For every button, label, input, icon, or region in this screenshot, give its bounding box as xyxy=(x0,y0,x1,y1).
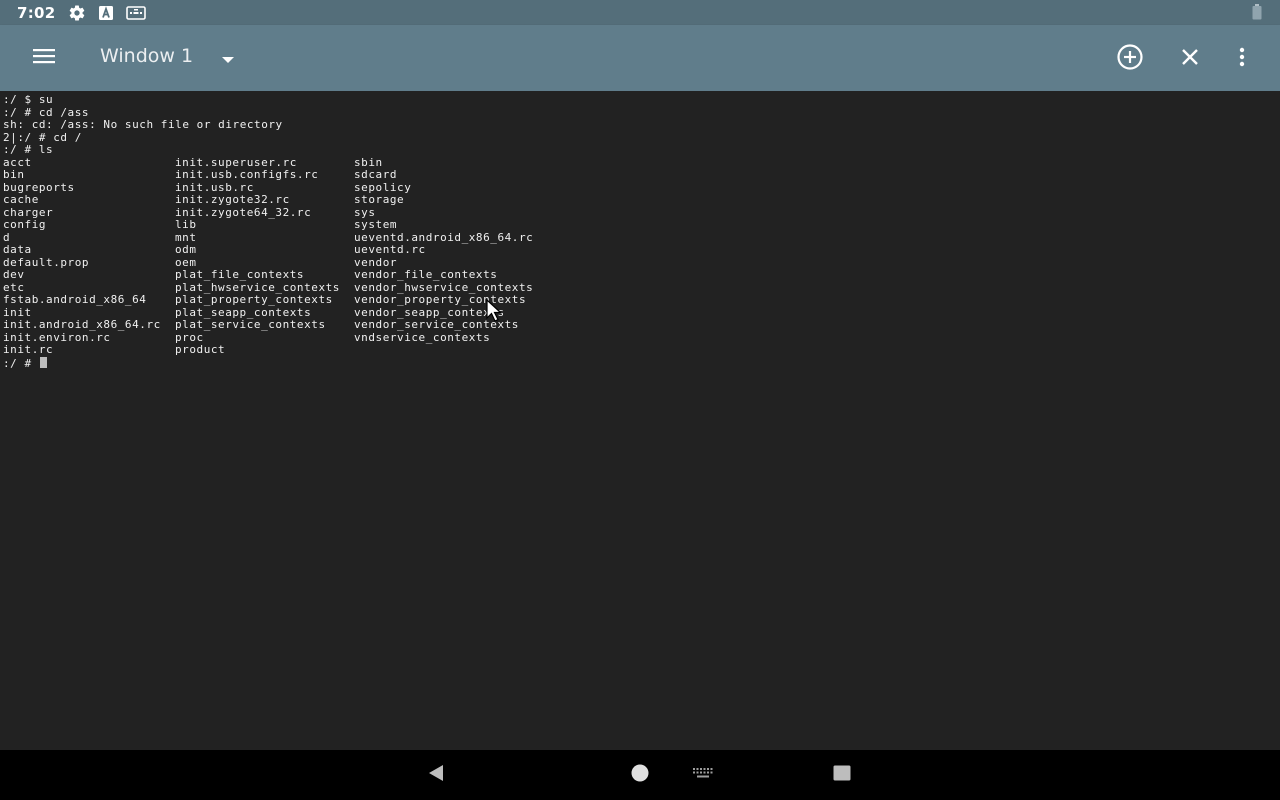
ls-entry: odm xyxy=(175,243,197,256)
ls-entry: dev xyxy=(3,268,25,281)
navigation-bar xyxy=(0,750,1280,800)
terminal-line: :/ $ su xyxy=(3,93,54,106)
ls-column-1: acct bin bugreports cache charger config d data… xyxy=(3,155,161,357)
ls-entry: vendor_file_contexts xyxy=(354,268,498,281)
ls-entry: product xyxy=(175,343,226,356)
terminal-line: :/ # ls xyxy=(3,143,54,156)
terminal-prompt-line[interactable]: :/ # xyxy=(3,356,47,370)
font-a-icon xyxy=(98,5,114,21)
ls-entry: init.zygote64_32.rc xyxy=(175,205,312,219)
new-window-button[interactable] xyxy=(1112,41,1148,77)
ls-entry: plat_property_contexts xyxy=(175,293,333,306)
more-vert-icon xyxy=(1239,47,1245,71)
text-cursor xyxy=(39,356,47,368)
back-icon xyxy=(427,764,445,786)
ls-entry: init.usb.configfs.rc xyxy=(175,168,319,181)
ls-entry: default.prop xyxy=(3,255,90,269)
close-icon xyxy=(1180,47,1200,71)
ls-entry: vendor_property_contexts xyxy=(354,293,527,306)
ls-column-3: sbin sdcard sepolicy storage sys system uevent… xyxy=(354,156,533,345)
terminal-prompt: :/ # xyxy=(3,356,39,370)
overflow-menu-button[interactable] xyxy=(1228,41,1256,77)
battery-icon xyxy=(1252,4,1262,24)
ls-entry: vendor_service_contexts xyxy=(354,318,519,331)
recents-icon xyxy=(833,765,851,785)
status-bar: 7:02 xyxy=(0,0,1280,25)
ls-entry: vndservice_contexts xyxy=(354,330,491,344)
terminal-line: sh: cd: /ass: No such file or directory xyxy=(3,118,283,131)
settings-icon xyxy=(68,4,86,22)
terminal-view[interactable]: :/ $ su :/ # cd /ass sh: cd: /ass: No su… xyxy=(0,91,1280,750)
ls-entry: lib xyxy=(175,218,197,231)
ls-entry: data xyxy=(3,243,32,256)
dropdown-arrow-icon xyxy=(221,49,235,68)
keyboard-switch-button[interactable] xyxy=(690,766,716,784)
ls-entry: mnt xyxy=(175,230,197,244)
terminal-history: :/ $ su :/ # cd /ass sh: cd: /ass: No su… xyxy=(3,93,283,157)
ls-entry: init.zygote32.rc xyxy=(175,193,290,206)
ls-entry: config xyxy=(3,218,47,231)
ls-entry: ueventd.rc xyxy=(354,243,426,256)
close-window-button[interactable] xyxy=(1172,41,1208,77)
home-button[interactable] xyxy=(628,763,652,787)
keyboard-status-icon xyxy=(125,5,146,21)
ls-entry: storage xyxy=(354,193,405,206)
ls-entry: init.android_x86_64.rc xyxy=(3,318,161,331)
mouse-pointer-icon xyxy=(486,298,504,326)
ls-entry: cache xyxy=(3,193,39,206)
home-icon xyxy=(631,764,649,786)
hamburger-menu-icon xyxy=(32,48,56,68)
keyboard-icon xyxy=(692,766,714,785)
ls-entry: plat_service_contexts xyxy=(175,318,326,331)
recents-button[interactable] xyxy=(830,763,854,787)
ls-entry: acct xyxy=(3,155,32,169)
back-button[interactable] xyxy=(424,764,448,786)
add-circle-icon xyxy=(1116,43,1144,75)
window-dropdown-button[interactable] xyxy=(216,47,240,69)
ls-column-2: init.superuser.rc init.usb.configfs.rc ini… xyxy=(175,156,340,357)
ls-entry: sdcard xyxy=(354,168,398,181)
app-bar: Window 1 xyxy=(0,25,1280,91)
menu-button[interactable] xyxy=(22,41,66,75)
ls-entry: plat_file_contexts xyxy=(175,268,305,281)
ls-entry: init.rc xyxy=(3,343,54,356)
window-title[interactable]: Window 1 xyxy=(100,45,193,67)
status-time: 7:02 xyxy=(17,3,56,22)
ls-entry: system xyxy=(354,218,398,231)
ls-entry: bin xyxy=(3,168,25,181)
ls-entry: fstab.android_x86_64 xyxy=(3,293,147,306)
